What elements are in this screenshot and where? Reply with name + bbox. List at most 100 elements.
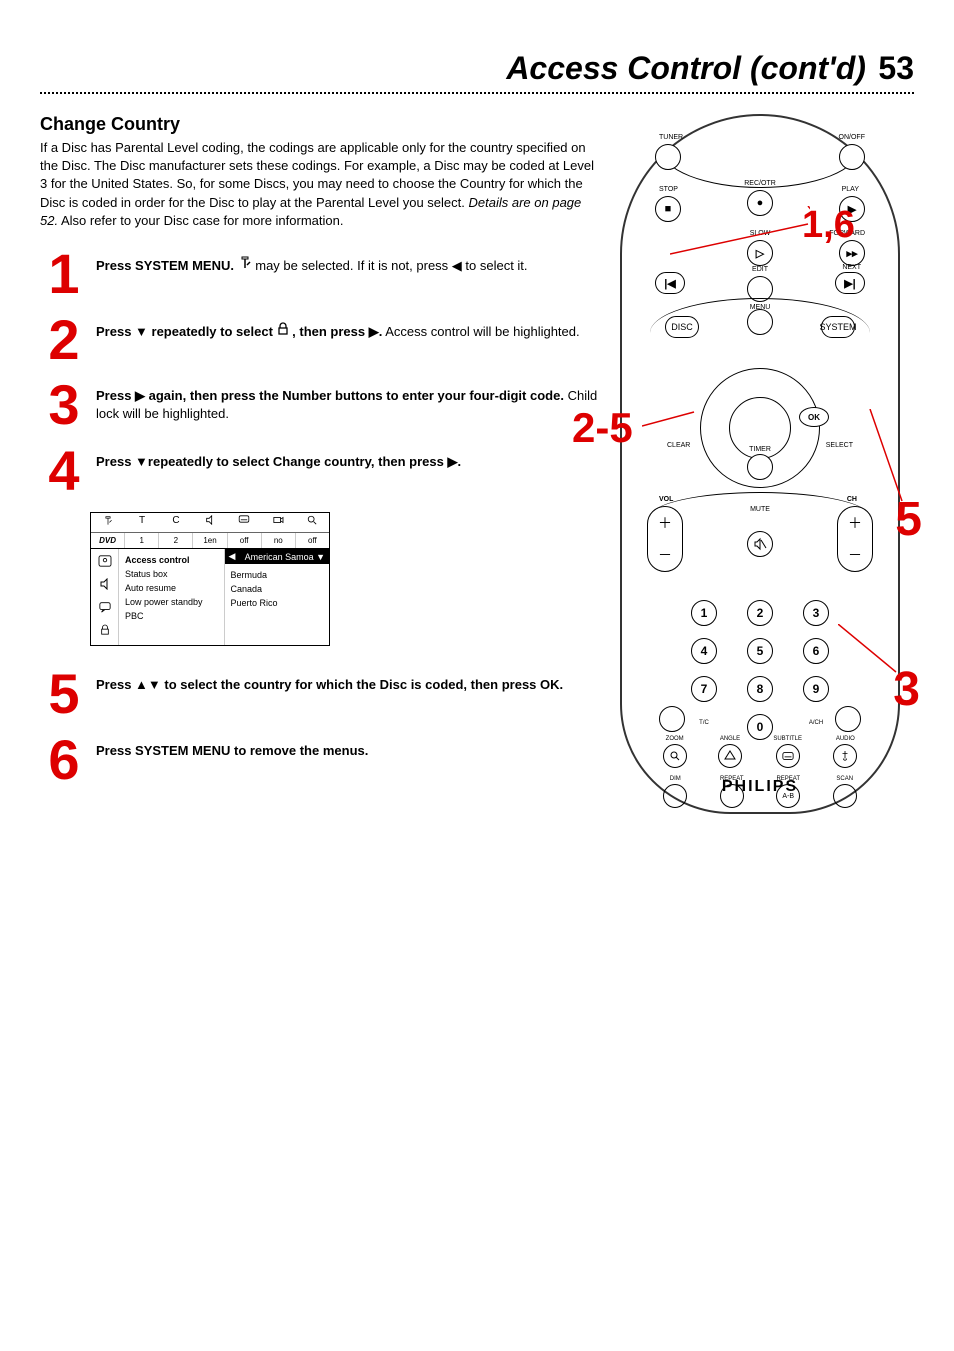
callout-line-3 <box>838 624 908 684</box>
menu-icon-row: T C <box>91 513 329 533</box>
num-4-button[interactable]: 4 <box>691 638 717 664</box>
intro-line3: Also refer to your Disc case for more in… <box>58 213 343 228</box>
num-2-button[interactable]: 2 <box>747 600 773 626</box>
recotr-label: REC/OTR <box>744 180 776 187</box>
vol-label: VOL <box>659 496 673 503</box>
menu-status-box: Status box <box>125 567 218 581</box>
num-3-button[interactable]: 3 <box>803 600 829 626</box>
onoff-button[interactable] <box>839 144 865 170</box>
country-header-text: American Samoa ▼ <box>245 552 325 562</box>
audio-button[interactable] <box>833 744 857 768</box>
channel-rocker[interactable]: ＋－ <box>837 506 873 572</box>
features-lock-icon <box>100 624 110 639</box>
menu-center-button[interactable] <box>747 309 773 335</box>
zoom-label: ZOOM <box>663 736 687 742</box>
num-5-button[interactable]: 5 <box>747 638 773 664</box>
timer-label: TIMER <box>749 446 771 453</box>
menu-access-control: Access control <box>125 553 218 567</box>
volume-rocker[interactable]: ＋－ <box>647 506 683 572</box>
language-icon <box>99 601 111 616</box>
step-number-6: 6 <box>40 736 88 784</box>
subtitle-label: SUBTITLE <box>773 736 802 742</box>
menu-settings-icon <box>91 513 125 532</box>
menu-angle-icon <box>261 513 295 532</box>
cell-1en: 1en <box>193 533 227 548</box>
picture-icon <box>98 555 112 570</box>
edit-label: EDIT <box>752 266 768 273</box>
menu-t-icon: T <box>125 513 159 532</box>
disc-button[interactable]: DISC <box>665 316 699 338</box>
num-6-button[interactable]: 6 <box>803 638 829 664</box>
sound-icon <box>99 578 111 593</box>
step-number-1: 1 <box>40 250 88 298</box>
step-text-3: Press ▶ again, then press the Number but… <box>96 381 600 423</box>
tuner-label: TUNER <box>659 134 683 141</box>
menu-c-icon: C <box>159 513 193 532</box>
lock-icon <box>277 322 289 341</box>
callout-line-2-5 <box>642 404 702 434</box>
timer-button[interactable] <box>747 454 773 480</box>
menu-zoom-icon <box>295 513 329 532</box>
zoom-button[interactable] <box>663 744 687 768</box>
step-text-5: Press ▲▼ to select the country for which… <box>96 670 563 694</box>
stop-label: STOP <box>659 186 678 193</box>
vol-up-icon: ＋ <box>648 507 682 539</box>
ok-button[interactable]: OK <box>799 407 829 427</box>
arc-decorative-top <box>660 108 860 188</box>
system-button[interactable]: SYSTEM <box>821 316 855 338</box>
cell-off2: off <box>296 533 329 548</box>
num-7-button[interactable]: 7 <box>691 676 717 702</box>
menu-auto-resume: Auto resume <box>125 581 218 595</box>
step2-bold2: , then press ▶. <box>292 324 382 339</box>
num-9-button[interactable]: 9 <box>803 676 829 702</box>
step2-body: Access control will be highlighted. <box>385 324 579 339</box>
intro-text: If a Disc has Parental Level coding, the… <box>40 139 600 230</box>
number-pad: 1 2 3 4 5 6 7 8 9 T/C 0 A/CH <box>682 596 838 744</box>
menu-country-header: ◀American Samoa ▼ <box>225 549 330 564</box>
ch-down-icon: － <box>838 539 872 571</box>
step4-bold: Press ▼repeatedly to select Change count… <box>96 454 461 469</box>
audio-label: AUDIO <box>833 736 857 742</box>
num-1-button[interactable]: 1 <box>691 600 717 626</box>
page-number: 53 <box>878 50 914 86</box>
angle-label: ANGLE <box>718 736 742 742</box>
menu-dvd-label: DVD <box>91 533 125 548</box>
ach-button[interactable] <box>835 706 861 732</box>
step1-body: may be selected. If it is not, press ◀ t… <box>255 258 527 273</box>
step6-bold: Press SYSTEM MENU to remove the menus. <box>96 743 368 758</box>
mute-button[interactable] <box>747 531 773 557</box>
num-8-button[interactable]: 8 <box>747 676 773 702</box>
cell-2: 2 <box>159 533 193 548</box>
menu-right-column: ◀American Samoa ▼ Bermuda Canada Puerto … <box>224 549 330 645</box>
step-number-2: 2 <box>40 316 88 364</box>
step-text-6: Press SYSTEM MENU to remove the menus. <box>96 736 368 760</box>
next-button[interactable]: ▶| <box>835 272 865 294</box>
menu-left-column: Access control Status box Auto resume Lo… <box>119 549 224 645</box>
step-text-1: Press SYSTEM MENU. may be selected. If i… <box>96 250 528 275</box>
menu-value-row: DVD 1 2 1en off no off <box>91 533 329 549</box>
page-title: Access Control (cont'd) <box>506 50 866 86</box>
cell-no: no <box>262 533 296 548</box>
subtitle-button[interactable] <box>776 744 800 768</box>
play-label: PLAY <box>842 186 859 193</box>
menu-bermuda: Bermuda <box>231 568 324 582</box>
cell-off1: off <box>228 533 262 548</box>
step5-bold: Press ▲▼ to select the country for which… <box>96 677 563 692</box>
tuner-button[interactable] <box>655 144 681 170</box>
osd-menu-diagram: T C DVD 1 2 1en off no off <box>90 512 330 646</box>
ch-up-icon: ＋ <box>838 507 872 539</box>
step2-bold1: Press ▼ repeatedly to select <box>96 324 277 339</box>
callout-line-5 <box>860 409 910 509</box>
angle-button[interactable] <box>718 744 742 768</box>
callout-2-5: 2-5 <box>572 404 633 452</box>
menu-canada: Canada <box>231 582 324 596</box>
step-text-2: Press ▼ repeatedly to select , then pres… <box>96 316 580 341</box>
tc-button[interactable] <box>659 706 685 732</box>
onoff-label: ON/OFF <box>839 134 865 141</box>
cell-1: 1 <box>125 533 159 548</box>
philips-logo: PHILIPS <box>637 778 883 796</box>
menu-low-power: Low power standby <box>125 595 218 609</box>
menu-pbc: PBC <box>125 609 218 623</box>
prev-button[interactable]: |◀ <box>655 272 685 294</box>
menu-side-icons <box>91 549 119 645</box>
